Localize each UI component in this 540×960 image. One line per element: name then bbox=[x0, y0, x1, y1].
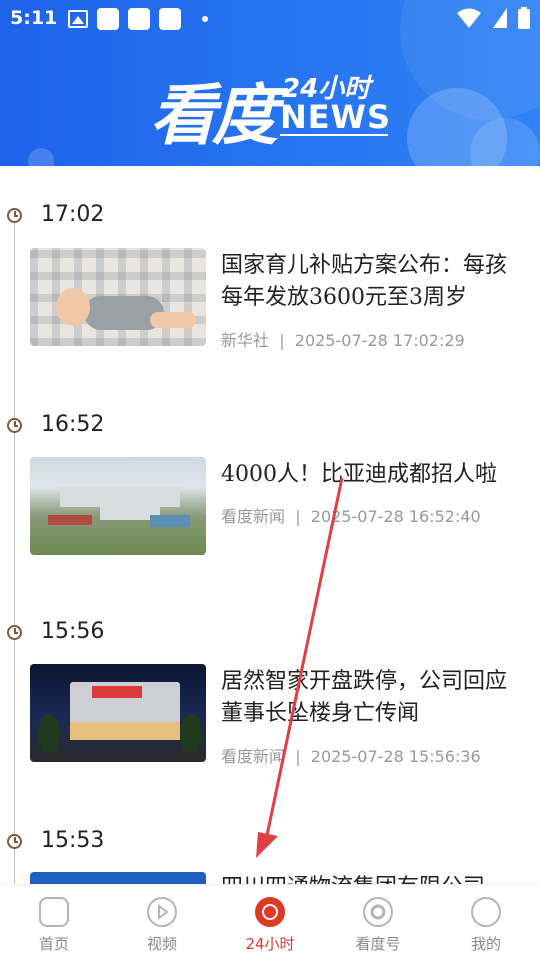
timeline-time: 16:52 bbox=[41, 412, 105, 437]
news-source: 新华社 bbox=[221, 331, 270, 350]
timeline-line bbox=[14, 214, 15, 894]
thumbnail-figure bbox=[56, 288, 90, 326]
nav-24h[interactable]: 24小时 bbox=[216, 885, 324, 960]
thumbnail-figure bbox=[150, 312, 196, 328]
thumbnail-lights bbox=[70, 722, 180, 740]
nav-home[interactable]: 首页 bbox=[0, 885, 108, 960]
news-title[interactable]: 国家育儿补贴方案公布：每孩每年发放3600元至3周岁 bbox=[221, 250, 521, 314]
header-banner: 5:11 看度 24小时 NEWS bbox=[0, 0, 540, 166]
meta-divider: | bbox=[290, 747, 306, 766]
news-meta: 看度新闻 | 2025-07-28 15:56:36 bbox=[221, 743, 481, 767]
clock-icon bbox=[7, 625, 22, 640]
news-datetime: 2025-07-28 15:56:36 bbox=[310, 747, 481, 766]
news-meta: 看度新闻 | 2025-07-28 16:52:40 bbox=[221, 503, 481, 527]
app-icon bbox=[97, 8, 119, 30]
nav-label: 视频 bbox=[146, 935, 177, 953]
news-source: 看度新闻 bbox=[221, 507, 286, 526]
news-meta: 新华社 | 2025-07-28 17:02:29 bbox=[221, 327, 465, 351]
bottom-nav: 首页 视频 24小时 看度号 我的 bbox=[0, 884, 540, 960]
logo-text-news: NEWS bbox=[280, 98, 391, 136]
nav-label: 24小时 bbox=[245, 935, 295, 953]
target-inner bbox=[370, 904, 386, 920]
nav-mine[interactable]: 我的 bbox=[432, 885, 540, 960]
news-datetime: 2025-07-28 17:02:29 bbox=[294, 331, 465, 350]
app-icon bbox=[128, 8, 150, 30]
timeline-time: 17:02 bbox=[41, 202, 105, 227]
news-thumbnail[interactable] bbox=[30, 248, 206, 346]
thumbnail-tree bbox=[38, 714, 60, 754]
meta-divider: | bbox=[274, 331, 290, 350]
logo-text-cn: 看度 bbox=[150, 76, 278, 154]
thumbnail-building bbox=[150, 515, 190, 527]
play-triangle bbox=[158, 904, 169, 920]
nav-kandu-hao[interactable]: 看度号 bbox=[324, 885, 432, 960]
news-source: 看度新闻 bbox=[221, 747, 286, 766]
clock-icon bbox=[7, 208, 22, 223]
logo-underline bbox=[280, 134, 388, 136]
image-icon bbox=[68, 10, 88, 28]
battery-icon bbox=[518, 7, 530, 29]
timeline-time: 15:53 bbox=[41, 828, 105, 853]
thumbnail-roof bbox=[48, 515, 92, 525]
nav-label: 看度号 bbox=[355, 935, 401, 953]
thumbnail-tree bbox=[180, 714, 202, 754]
more-dot-icon bbox=[202, 16, 208, 22]
news-thumbnail[interactable] bbox=[30, 664, 206, 762]
wifi-icon bbox=[457, 8, 481, 28]
decor-bubble bbox=[28, 148, 54, 166]
status-time: 5:11 bbox=[10, 7, 58, 29]
status-bar: 5:11 bbox=[0, 0, 540, 38]
timeline-time: 15:56 bbox=[41, 619, 105, 644]
app-icon bbox=[159, 8, 181, 30]
news-title[interactable]: 4000人！比亚迪成都招人啦 bbox=[221, 459, 521, 491]
user-icon bbox=[471, 897, 501, 927]
status-notification-icons bbox=[68, 8, 208, 30]
news-thumbnail[interactable] bbox=[30, 457, 206, 555]
nav-video[interactable]: 视频 bbox=[108, 885, 216, 960]
refresh-ring bbox=[262, 904, 278, 920]
nav-label: 我的 bbox=[470, 935, 501, 953]
status-system-icons bbox=[456, 7, 530, 29]
clock-icon bbox=[7, 834, 22, 849]
signal-icon bbox=[493, 8, 507, 28]
home-icon bbox=[39, 897, 69, 927]
clock-icon bbox=[7, 418, 22, 433]
meta-divider: | bbox=[290, 507, 306, 526]
target-icon bbox=[363, 897, 393, 927]
thumbnail-sign bbox=[92, 686, 142, 698]
play-icon bbox=[147, 897, 177, 927]
news-title[interactable]: 居然智家开盘跌停，公司回应董事长坠楼身亡传闻 bbox=[221, 666, 521, 730]
refresh-24-icon bbox=[255, 897, 285, 927]
nav-label: 首页 bbox=[38, 935, 69, 953]
news-datetime: 2025-07-28 16:52:40 bbox=[310, 507, 481, 526]
